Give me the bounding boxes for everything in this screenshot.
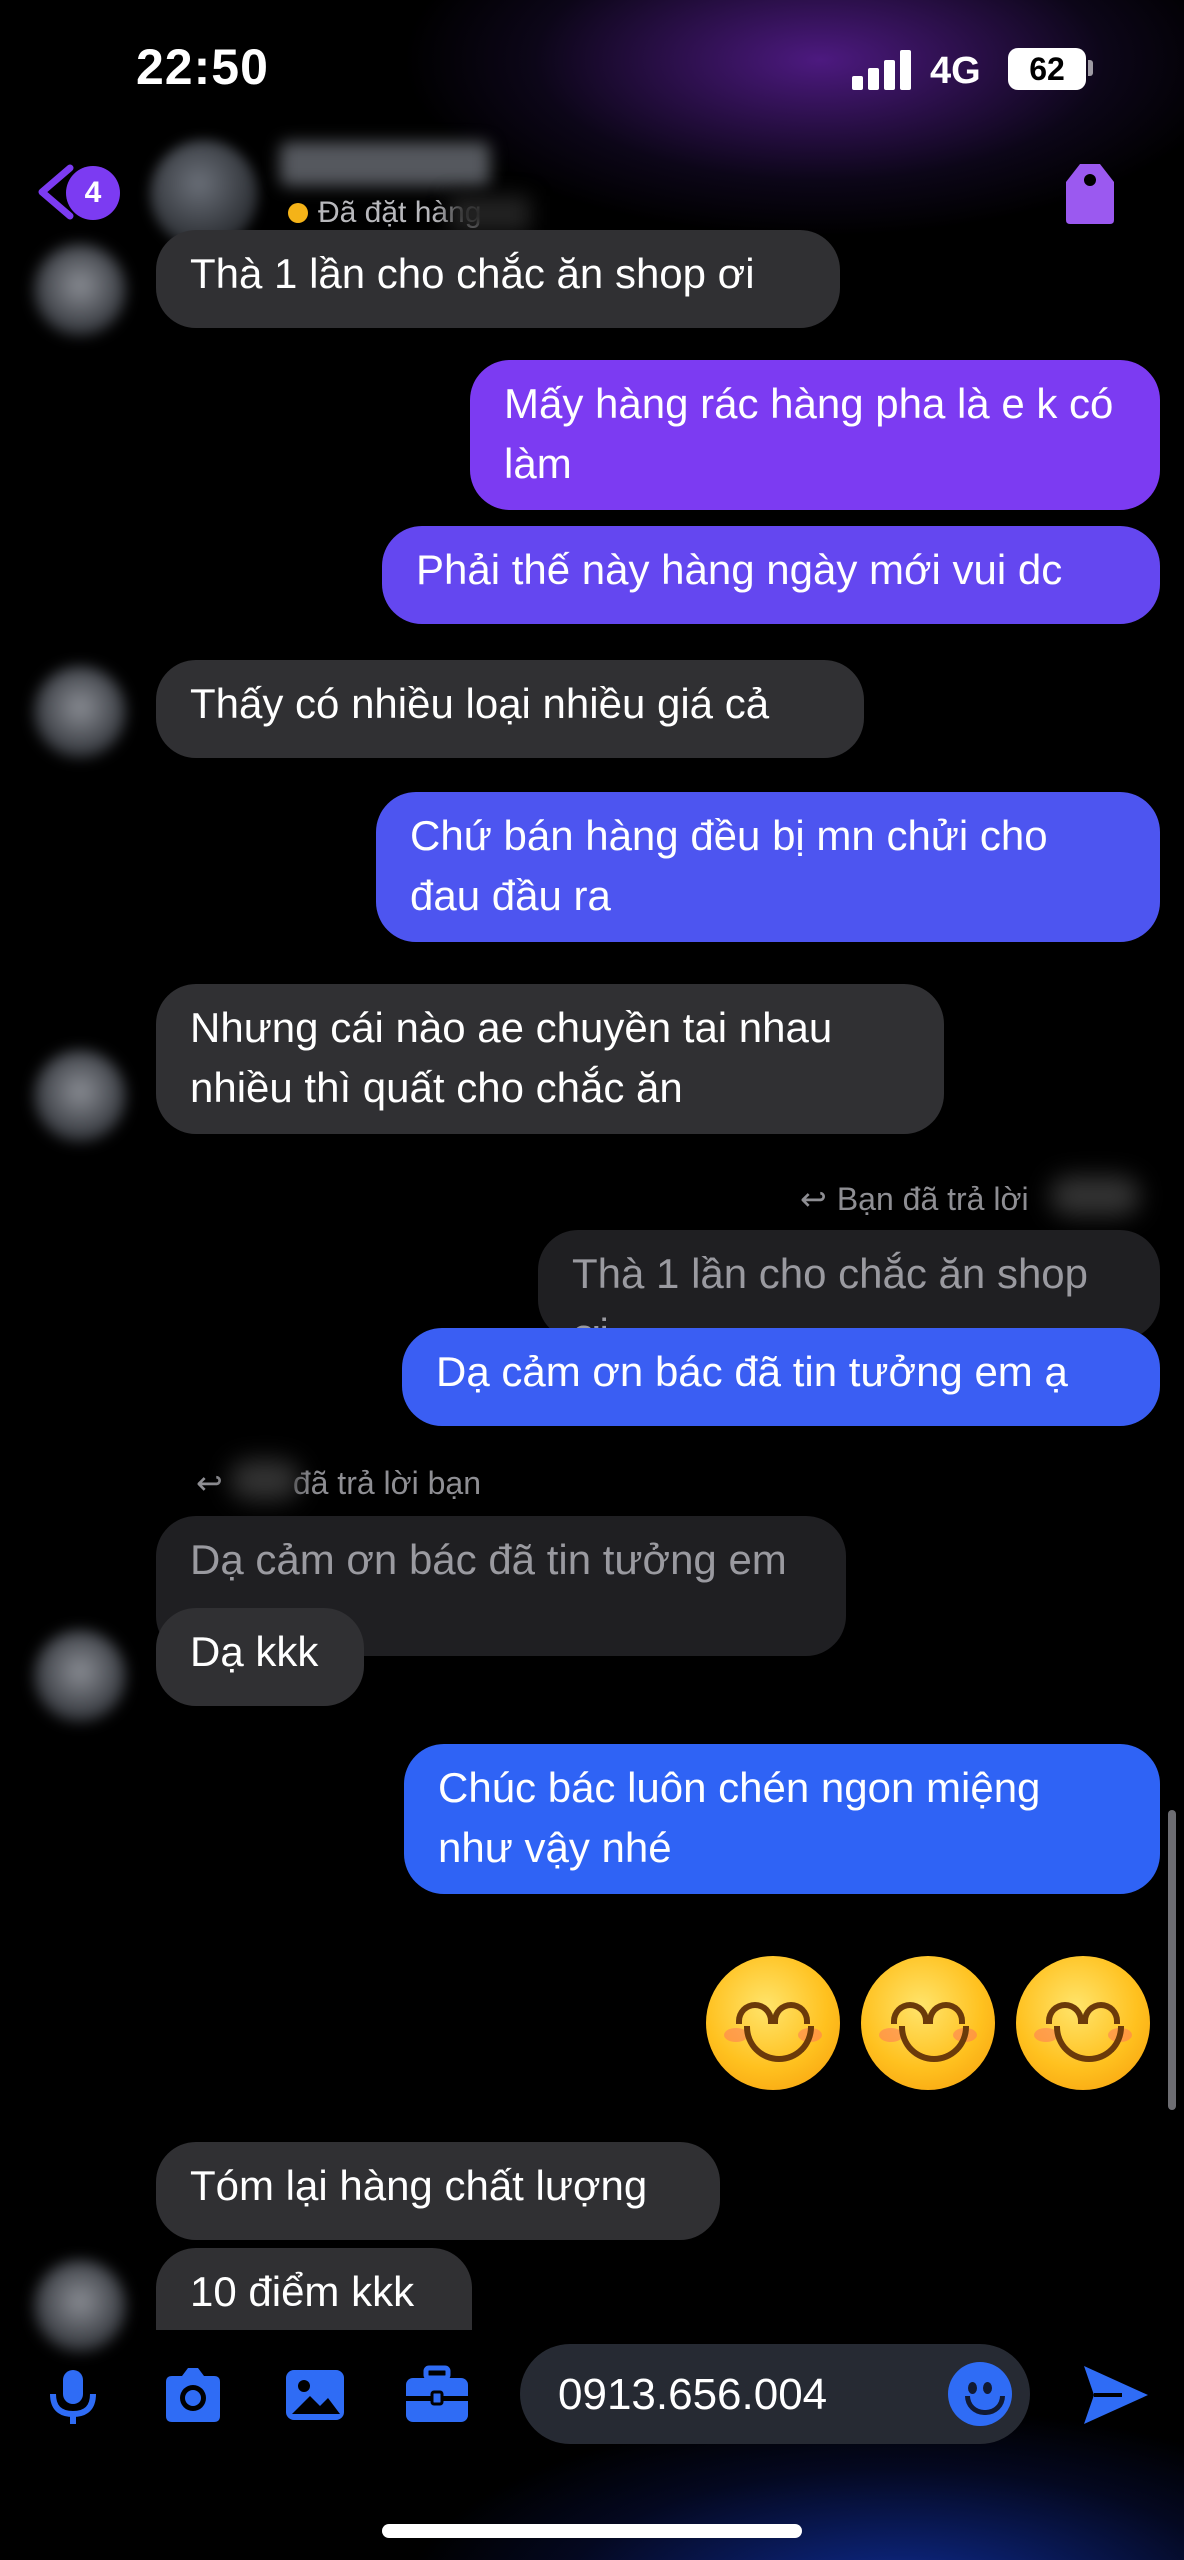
camera-icon[interactable] [158, 2360, 228, 2430]
back-button[interactable]: 4 [34, 156, 154, 226]
reply-indicator: ↩ Bạn đã trả lời [800, 1180, 1029, 1218]
blurred-patch [230, 1460, 300, 1500]
contact-name[interactable] [280, 142, 490, 186]
network-type: 4G [930, 50, 981, 92]
order-status-dot [288, 203, 308, 223]
message-bubble-received[interactable]: Thà 1 lần cho chắc ăn shop ơi [156, 230, 840, 328]
avatar [34, 244, 126, 336]
battery-icon: 62 [1008, 48, 1086, 90]
message-bubble-received[interactable]: Dạ kkk [156, 1608, 364, 1706]
home-indicator[interactable] [382, 2524, 802, 2538]
blurred-patch [450, 196, 530, 232]
reply-label: đã trả lời bạn [292, 1465, 482, 1501]
avatar [34, 666, 126, 758]
composer-bar [0, 2320, 1184, 2470]
signal-icon [852, 50, 916, 90]
blurred-patch [1050, 1176, 1140, 1216]
message-bubble-sent[interactable]: Chứ bán hàng đều bị mn chửi cho đau đầu … [376, 792, 1160, 942]
briefcase-icon[interactable] [402, 2360, 472, 2430]
reply-label: Bạn đã trả lời [836, 1181, 1029, 1217]
message-input-wrapper [520, 2344, 1030, 2446]
message-input[interactable] [556, 2344, 940, 2446]
avatar [34, 1050, 126, 1142]
status-bar: 22:50 4G 62 [0, 0, 1184, 140]
quoted-message[interactable]: Thà 1 lần cho chắc ăn shop ơi [538, 1230, 1160, 1357]
battery-tip [1088, 60, 1093, 76]
message-bubble-received[interactable]: Tóm lại hàng chất lượng [156, 2142, 720, 2240]
message-bubble-sent[interactable]: Dạ cảm ơn bác đã tin tưởng em ạ [402, 1328, 1160, 1426]
send-icon[interactable] [1078, 2358, 1152, 2432]
unread-count-badge: 4 [66, 166, 120, 220]
tag-icon[interactable] [1060, 158, 1120, 228]
status-time: 22:50 [136, 39, 269, 95]
reply-arrow-icon: ↩ [800, 1181, 827, 1217]
message-list[interactable]: Thà 1 lần cho chắc ăn shop ơi Mấy hàng r… [0, 230, 1184, 2352]
microphone-icon[interactable] [38, 2360, 108, 2430]
message-bubble-sent[interactable]: Chúc bác luôn chén ngon miệng như vậy nh… [404, 1744, 1160, 1894]
avatar [34, 1630, 126, 1722]
reply-arrow-icon: ↩ [196, 1465, 223, 1501]
message-bubble-received[interactable]: Nhưng cái nào ae chuyền tai nhau nhiều t… [156, 984, 944, 1134]
smiling-emoji[interactable] [1016, 1956, 1150, 2090]
scrollbar[interactable] [1168, 1810, 1176, 2110]
message-bubble-received[interactable]: 10 điểm kkk [156, 2248, 472, 2330]
image-icon[interactable] [280, 2360, 350, 2430]
message-bubble-sent[interactable]: Phải thế này hàng ngày mới vui dc [382, 526, 1160, 624]
smiling-emoji[interactable] [706, 1956, 840, 2090]
smiling-emoji[interactable] [861, 1956, 995, 2090]
smiley-icon[interactable] [948, 2362, 1012, 2426]
message-bubble-sent[interactable]: Mấy hàng rác hàng pha là e k có làm [470, 360, 1160, 510]
message-bubble-received[interactable]: Thấy có nhiều loại nhiều giá cả [156, 660, 864, 758]
